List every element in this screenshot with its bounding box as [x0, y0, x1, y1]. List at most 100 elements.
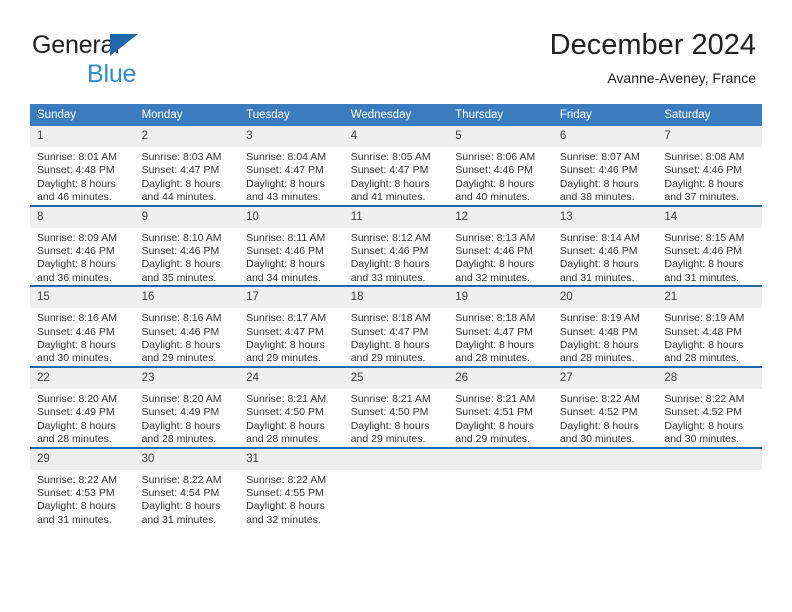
day-number: 27: [552, 367, 658, 389]
day-details: Sunrise: 8:05 AM Sunset: 4:47 PM Daylight:…: [344, 147, 449, 205]
day-daylight-line1-text: Daylight: 8 hours: [246, 339, 325, 352]
title-block: December 2024 Avanne-Aveney, France: [550, 28, 756, 88]
day-number: 30: [134, 448, 240, 470]
day-number: 26: [448, 367, 553, 389]
day-details: Sunrise: 8:07 AM Sunset: 4:46 PM Daylight:…: [553, 147, 658, 205]
brand-name-blue: Blue: [87, 60, 137, 88]
day-daylight-line1-text: Daylight: 8 hours: [559, 339, 639, 352]
day-daylight-line1-text: Daylight: 8 hours: [37, 419, 116, 432]
day-sunset-text: Sunset: 4:51 PM: [455, 406, 533, 419]
calendar-day-cell[interactable]: 11 Sunrise: 8:12 AM Sunset: 4:46 PM Dayligh…: [343, 204, 449, 287]
calendar-day-cell[interactable]: 1 Sunrise: 8:01 AM Sunset: 4:48 PM Daylight…: [30, 126, 135, 206]
day-number: 7: [657, 126, 762, 147]
day-daylight-line1-text: Daylight: 8 hours: [664, 258, 744, 271]
day-sunset-text: Sunset: 4:49 PM: [37, 406, 115, 419]
day-sunset-text: Sunset: 4:47 PM: [350, 164, 429, 177]
day-number: 25: [343, 367, 449, 389]
day-sunset-text: Sunset: 4:52 PM: [664, 406, 743, 419]
day-daylight-line2-text: and 35 minutes.: [141, 271, 217, 284]
day-details: Sunrise: 8:09 AM Sunset: 4:46 PM Daylight:…: [30, 228, 135, 286]
page-title: December 2024: [549, 29, 756, 61]
day-number: [657, 448, 762, 470]
day-daylight-line1-text: Daylight: 8 hours: [246, 258, 325, 271]
day-sunrise-text: Sunrise: 8:06 AM: [455, 151, 536, 163]
day-number: 11: [343, 206, 449, 228]
day-number: 23: [134, 367, 240, 389]
calendar-empty-cell: [657, 446, 762, 528]
calendar-day-cell[interactable]: 15 Sunrise: 8:16 AM Sunset: 4:46 PM Dayligh…: [30, 285, 135, 367]
calendar-day-cell[interactable]: 17 Sunrise: 8:17 AM Sunset: 4:47 PM Dayligh…: [239, 285, 344, 367]
calendar-day-cell[interactable]: 14 Sunrise: 8:15 AM Sunset: 4:46 PM Dayligh…: [657, 204, 762, 287]
day-daylight-line1-text: Daylight: 8 hours: [37, 258, 116, 271]
calendar-day-cell[interactable]: 19 Sunrise: 8:18 AM Sunset: 4:47 PM Dayligh…: [448, 285, 553, 367]
day-sunset-text: Sunset: 4:49 PM: [141, 406, 220, 419]
brand-logo[interactable]: General Blue: [32, 30, 262, 92]
weekday-header-monday: Monday: [134, 104, 240, 126]
day-sunrise-text: Sunrise: 8:22 AM: [664, 392, 745, 405]
calendar-week-row: 29 Sunrise: 8:22 AM Sunset: 4:53 PM Dayligh…: [30, 446, 762, 528]
day-daylight-line1-text: Daylight: 8 hours: [141, 258, 221, 271]
day-daylight-line2-text: and 38 minutes.: [559, 191, 635, 204]
calendar-day-cell[interactable]: 16 Sunrise: 8:16 AM Sunset: 4:46 PM Dayligh…: [134, 285, 240, 367]
calendar-day-cell[interactable]: 9 Sunrise: 8:10 AM Sunset: 4:46 PM Daylight…: [134, 204, 240, 287]
day-sunrise-text: Sunrise: 8:05 AM: [350, 151, 431, 163]
day-details: Sunrise: 8:20 AM Sunset: 4:49 PM Daylight:…: [30, 389, 135, 447]
calendar-day-cell[interactable]: 30 Sunrise: 8:22 AM Sunset: 4:54 PM Dayligh…: [134, 446, 240, 528]
day-sunset-text: Sunset: 4:47 PM: [246, 164, 324, 177]
calendar-empty-cell: [552, 446, 658, 528]
calendar-day-cell[interactable]: 24 Sunrise: 8:21 AM Sunset: 4:50 PM Dayligh…: [239, 365, 344, 448]
calendar-day-cell[interactable]: 23 Sunrise: 8:20 AM Sunset: 4:49 PM Dayligh…: [134, 365, 240, 448]
location-subtitle: Avanne-Aveney, France: [607, 70, 756, 86]
calendar-day-cell[interactable]: 3 Sunrise: 8:04 AM Sunset: 4:47 PM Daylight…: [239, 126, 344, 206]
day-number: 3: [239, 126, 344, 147]
day-daylight-line1-text: Daylight: 8 hours: [141, 339, 221, 352]
day-sunrise-text: Sunrise: 8:13 AM: [455, 231, 536, 244]
day-sunset-text: Sunset: 4:46 PM: [559, 245, 638, 258]
calendar-day-cell[interactable]: 12 Sunrise: 8:13 AM Sunset: 4:46 PM Dayligh…: [448, 204, 553, 287]
day-number: 2: [134, 126, 240, 147]
calendar-day-cell[interactable]: 21 Sunrise: 8:19 AM Sunset: 4:48 PM Dayligh…: [657, 285, 762, 367]
calendar-page: General Blue December 2024 Avanne-Aveney…: [0, 0, 792, 612]
calendar-day-cell[interactable]: 26 Sunrise: 8:21 AM Sunset: 4:51 PM Dayligh…: [448, 365, 553, 448]
calendar-week-row: 15 Sunrise: 8:16 AM Sunset: 4:46 PM Dayligh…: [30, 285, 762, 367]
calendar-day-cell[interactable]: 31 Sunrise: 8:22 AM Sunset: 4:55 PM Dayligh…: [239, 446, 344, 528]
calendar-day-cell[interactable]: 4 Sunrise: 8:05 AM Sunset: 4:47 PM Daylight…: [343, 126, 449, 206]
calendar-day-cell[interactable]: 8 Sunrise: 8:09 AM Sunset: 4:46 PM Daylight…: [30, 204, 135, 287]
day-daylight-line1-text: Daylight: 8 hours: [37, 500, 116, 513]
day-number: 16: [134, 287, 240, 309]
calendar-day-cell[interactable]: 2 Sunrise: 8:03 AM Sunset: 4:47 PM Daylight…: [134, 126, 240, 206]
calendar-day-cell[interactable]: 6 Sunrise: 8:07 AM Sunset: 4:46 PM Daylight…: [552, 126, 658, 206]
day-daylight-line2-text: and 29 minutes.: [350, 352, 426, 365]
day-daylight-line2-text: and 31 minutes.: [559, 271, 635, 284]
calendar-day-cell[interactable]: 10 Sunrise: 8:11 AM Sunset: 4:46 PM Dayligh…: [239, 204, 344, 287]
day-details: Sunrise: 8:12 AM Sunset: 4:46 PM Daylight:…: [344, 228, 449, 286]
day-details: Sunrise: 8:11 AM Sunset: 4:46 PM Daylight:…: [239, 228, 344, 286]
day-daylight-line1-text: Daylight: 8 hours: [246, 419, 325, 432]
calendar-day-cell[interactable]: 29 Sunrise: 8:22 AM Sunset: 4:53 PM Dayligh…: [30, 446, 135, 528]
day-details: Sunrise: 8:06 AM Sunset: 4:46 PM Daylight:…: [448, 147, 553, 205]
day-details: Sunrise: 8:21 AM Sunset: 4:50 PM Daylight:…: [344, 389, 449, 447]
calendar-day-cell[interactable]: 25 Sunrise: 8:21 AM Sunset: 4:50 PM Dayligh…: [343, 365, 449, 448]
day-details: Sunrise: 8:22 AM Sunset: 4:55 PM Daylight:…: [239, 470, 344, 528]
day-details: Sunrise: 8:01 AM Sunset: 4:48 PM Daylight:…: [30, 147, 135, 205]
calendar-day-cell[interactable]: 22 Sunrise: 8:20 AM Sunset: 4:49 PM Dayligh…: [30, 365, 135, 448]
calendar-day-cell[interactable]: 13 Sunrise: 8:14 AM Sunset: 4:46 PM Dayligh…: [552, 204, 658, 287]
calendar-day-cell[interactable]: 7 Sunrise: 8:08 AM Sunset: 4:46 PM Daylight…: [657, 126, 762, 206]
calendar-day-cell[interactable]: 18 Sunrise: 8:18 AM Sunset: 4:47 PM Dayligh…: [343, 285, 449, 367]
day-number: 5: [448, 126, 553, 147]
day-sunrise-text: Sunrise: 8:15 AM: [664, 231, 745, 244]
day-details: [553, 470, 658, 474]
day-number: 28: [657, 367, 762, 389]
day-number: 20: [552, 287, 658, 309]
day-number: 1: [30, 126, 135, 147]
weekday-header-tuesday: Tuesday: [239, 104, 344, 126]
day-sunset-text: Sunset: 4:46 PM: [455, 164, 533, 177]
day-details: Sunrise: 8:14 AM Sunset: 4:46 PM Daylight:…: [553, 228, 658, 286]
calendar-day-cell[interactable]: 5 Sunrise: 8:06 AM Sunset: 4:46 PM Daylight…: [448, 126, 553, 206]
day-sunset-text: Sunset: 4:50 PM: [246, 406, 324, 419]
calendar-day-cell[interactable]: 27 Sunrise: 8:22 AM Sunset: 4:52 PM Dayligh…: [552, 365, 658, 448]
calendar-day-cell[interactable]: 28 Sunrise: 8:22 AM Sunset: 4:52 PM Dayligh…: [657, 365, 762, 448]
calendar-day-cell[interactable]: 20 Sunrise: 8:19 AM Sunset: 4:48 PM Dayligh…: [552, 285, 658, 367]
day-daylight-line1-text: Daylight: 8 hours: [350, 339, 430, 352]
day-sunset-text: Sunset: 4:52 PM: [559, 406, 638, 419]
